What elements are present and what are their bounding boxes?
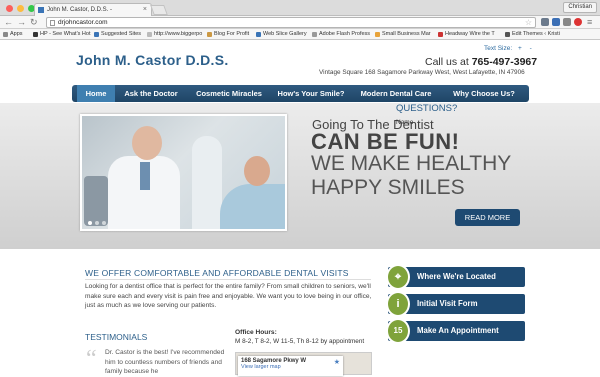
save-star-icon[interactable]: ★ (334, 358, 340, 366)
forward-icon[interactable]: → (17, 16, 26, 28)
info-icon: i (386, 291, 410, 317)
make-appointment-button[interactable]: 15 Make An Appointment (386, 318, 525, 344)
browser-titlebar: John M. Castor, D.D.S. - × Christian (0, 0, 600, 16)
reload-icon[interactable]: ↻ (30, 16, 38, 28)
map-info-card: 168 Sagamore Pkwy W View larger map ★ (238, 356, 343, 376)
bookmark-item[interactable]: Edit Themes ‹ Kristi (505, 29, 560, 39)
nav-modern-dental-care[interactable]: Modern Dental Care (354, 85, 438, 102)
extension-icon[interactable] (541, 18, 549, 26)
new-tab-button[interactable] (150, 5, 168, 15)
site-header: John M. Castor D.D.S. Text Size: + - Cal… (0, 40, 600, 85)
hero-line-3: WE MAKE HEALTHY (311, 152, 512, 175)
bookmark-item[interactable]: Blog For Profit (207, 29, 249, 39)
offer-heading: WE OFFER COMFORTABLE AND AFFORDABLE DENT… (85, 268, 349, 278)
nav-hows-your-smile[interactable]: How's Your Smile? (272, 85, 350, 102)
bookmark-star-icon[interactable]: ☆ (525, 18, 532, 27)
bookmark-item[interactable]: Web Slice Gallery (256, 29, 307, 39)
text-size-label: Text Size: (484, 45, 513, 52)
close-tab-icon[interactable]: × (143, 6, 147, 13)
favicon-icon (38, 7, 44, 13)
initial-visit-form-button[interactable]: i Initial Visit Form (386, 291, 525, 317)
office-hours-text: M 8-2, T 8-2, W 11-5, Th 8-12 by appoint… (235, 338, 365, 345)
hero-section (0, 103, 600, 249)
bookmark-item[interactable]: Adobe Flash Profess (312, 29, 370, 39)
bookmark-item[interactable]: HP - See What's Hot (33, 29, 90, 39)
name-field-label: Name (396, 119, 414, 126)
bookmark-item[interactable]: http://www.biggerpo (147, 29, 202, 39)
nav-why-choose-us[interactable]: Why Choose Us? (444, 85, 524, 102)
phone-number[interactable]: 765-497-3967 (472, 56, 537, 68)
testimonial-quote: Dr. Castor is the best! I've recommended… (105, 349, 225, 375)
divider (85, 279, 371, 280)
user-profile-button[interactable]: Christian (563, 2, 597, 13)
extension-icon[interactable] (552, 18, 560, 26)
bookmark-item[interactable]: Small Business Mar (375, 29, 431, 39)
where-located-button[interactable]: ⌖ Where We're Located (386, 264, 525, 290)
adblock-icon[interactable] (574, 18, 582, 26)
back-icon[interactable]: ← (4, 16, 13, 28)
phone-prefix: Call us at (425, 56, 469, 68)
offer-text: Looking for a dentist office that is per… (85, 283, 372, 309)
quote-mark-icon: “ (86, 346, 97, 372)
nav-home[interactable]: Home (77, 85, 115, 102)
site-logo[interactable]: John M. Castor D.D.S. (76, 52, 229, 68)
menu-icon[interactable]: ≡ (587, 16, 592, 28)
read-more-button[interactable]: READ MORE (455, 209, 520, 226)
address-text: Vintage Square 168 Sagamore Parkway West… (319, 69, 525, 76)
hero-line-4: HAPPY SMILES (311, 176, 465, 199)
extension-icon[interactable] (563, 18, 571, 26)
bookmark-item[interactable]: Headway Wire the T (438, 29, 495, 39)
view-larger-map-link[interactable]: View larger map (241, 364, 340, 370)
bookmark-item[interactable]: Suggested Sites (94, 29, 141, 39)
browser-tab[interactable]: John M. Castor, D.D.S. - × (34, 3, 152, 16)
office-hours-heading: Office Hours: (235, 329, 277, 336)
map-embed[interactable]: 168 Sagamore Pkwy W View larger map ★ (235, 352, 372, 376)
close-window-icon[interactable] (6, 5, 13, 12)
main-content: WE OFFER COMFORTABLE AND AFFORDABLE DENT… (0, 249, 600, 376)
bookmark-item[interactable]: Apps (3, 29, 23, 39)
text-size-decrease[interactable]: - (530, 45, 532, 52)
location-pin-icon: ⌖ (386, 264, 410, 290)
address-bar[interactable]: drjohncastor.com ☆ (46, 17, 536, 28)
bookmarks-bar: Apps HP - See What's Hot Suggested Sites… (0, 29, 600, 40)
slide-indicator-dots[interactable] (88, 221, 106, 225)
nav-ask-the-doctor[interactable]: Ask the Doctor (117, 85, 185, 102)
questions-heading: QUESTIONS? (396, 103, 458, 114)
text-size-increase[interactable]: + (518, 45, 522, 52)
minimize-window-icon[interactable] (17, 5, 24, 12)
text-size-control: Text Size: + - (484, 45, 532, 52)
phone-line: Call us at 765-497-3967 (425, 56, 537, 68)
calendar-icon: 15 (386, 318, 410, 344)
page-icon (50, 20, 55, 26)
hero-slideshow-image[interactable] (80, 114, 287, 231)
nav-cosmetic-miracles[interactable]: Cosmetic Miracles (189, 85, 269, 102)
tab-title: John M. Castor, D.D.S. - (47, 7, 113, 13)
browser-toolbar: ← → ↻ drjohncastor.com ☆ ≡ (0, 16, 600, 29)
url-text: drjohncastor.com (58, 19, 108, 26)
testimonials-heading: TESTIMONIALS (85, 332, 148, 342)
main-nav: Home Ask the Doctor Cosmetic Miracles Ho… (72, 85, 529, 102)
